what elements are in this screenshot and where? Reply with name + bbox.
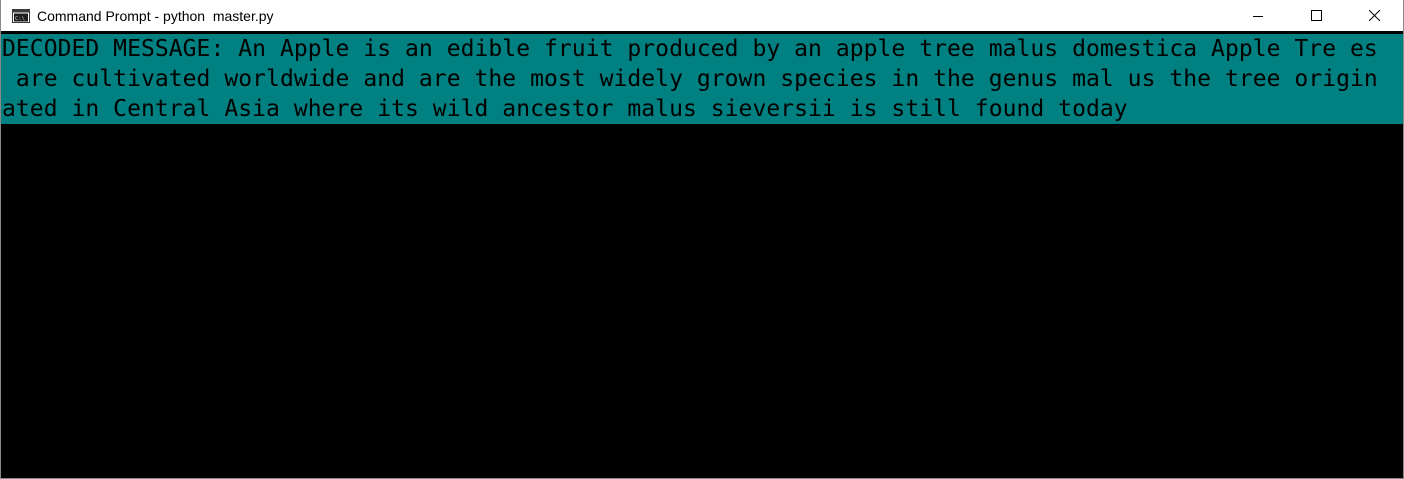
close-icon xyxy=(1368,10,1380,21)
minimize-icon xyxy=(1253,15,1263,17)
maximize-icon xyxy=(1310,10,1322,21)
console-output[interactable]: DECODED MESSAGE: An Apple is an edible f… xyxy=(1,34,1403,478)
maximize-button[interactable] xyxy=(1287,0,1345,31)
title-bar[interactable]: C:\ Command Prompt - python master.py xyxy=(1,0,1403,31)
svg-text:C:\: C:\ xyxy=(15,16,25,22)
minimize-button[interactable] xyxy=(1229,0,1287,31)
console-icon[interactable]: C:\ xyxy=(12,8,30,23)
window-controls xyxy=(1229,0,1403,31)
console-line: ated in Central Asia where its wild ance… xyxy=(2,96,1128,122)
console-line: DECODED MESSAGE: An Apple is an edible f… xyxy=(2,36,1378,62)
console-line: are cultivated worldwide and are the mos… xyxy=(2,66,1378,92)
close-button[interactable] xyxy=(1345,0,1403,31)
command-prompt-window: C:\ Command Prompt - python master.py DE… xyxy=(0,0,1404,479)
window-title: Command Prompt - python master.py xyxy=(37,7,274,24)
